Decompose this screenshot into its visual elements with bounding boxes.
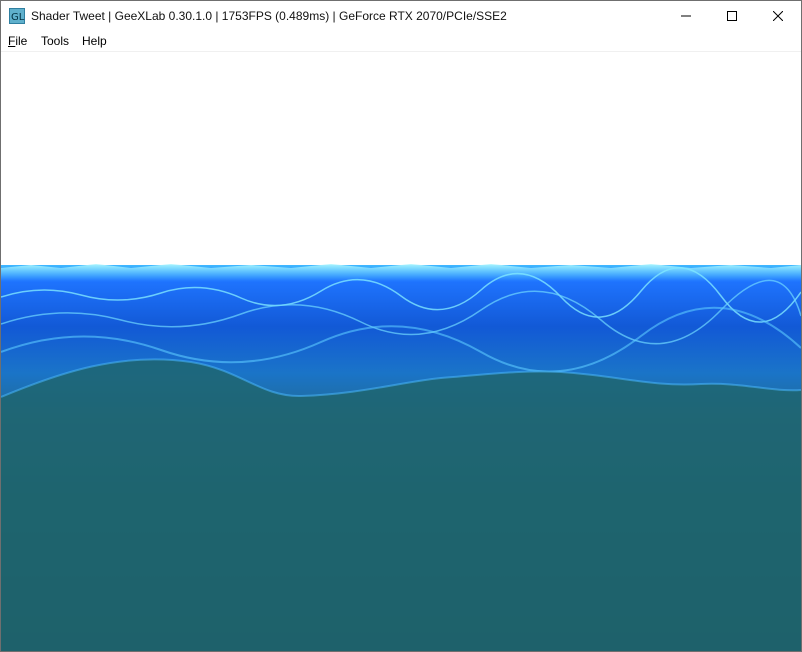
menu-help[interactable]: Help	[82, 34, 107, 48]
ocean-render	[1, 52, 801, 651]
app-window: GL Shader Tweet | GeeXLab 0.30.1.0 | 175…	[0, 0, 802, 652]
render-viewport[interactable]	[1, 52, 801, 651]
menu-tools[interactable]: Tools	[41, 34, 69, 48]
geexlab-icon: GL	[9, 8, 25, 24]
minimize-icon	[681, 15, 691, 17]
menu-file-label: ile	[15, 34, 28, 48]
menu-bar: File Tools Help	[1, 31, 801, 52]
maximize-button[interactable]	[709, 1, 755, 31]
menu-file[interactable]: File	[8, 34, 27, 48]
maximize-icon	[727, 11, 737, 21]
minimize-button[interactable]	[663, 1, 709, 31]
svg-text:GL: GL	[11, 12, 25, 23]
near-swell	[1, 359, 801, 651]
title-bar[interactable]: GL Shader Tweet | GeeXLab 0.30.1.0 | 175…	[1, 1, 801, 31]
window-title: Shader Tweet | GeeXLab 0.30.1.0 | 1753FP…	[31, 9, 507, 23]
sky	[1, 52, 801, 268]
close-icon	[773, 11, 783, 21]
close-button[interactable]	[755, 1, 801, 31]
